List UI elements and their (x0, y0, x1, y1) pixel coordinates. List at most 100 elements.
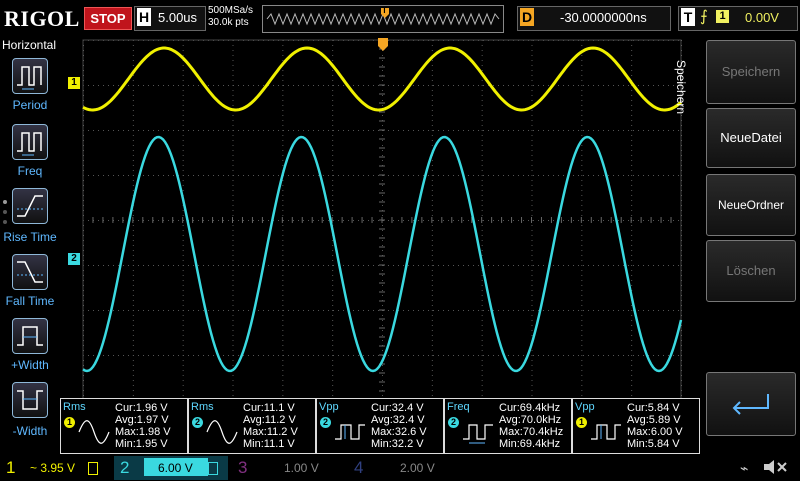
graticule (82, 39, 682, 401)
channel-scale: 2.00 V (400, 461, 435, 475)
channel-number: 2 (120, 458, 130, 477)
freq-label: Freq (17, 164, 43, 178)
channel-1-offset-marker[interactable]: 1 (68, 77, 80, 89)
enter-icon (732, 394, 769, 415)
measurement-max: Max:32.6 V (371, 426, 427, 438)
measurement-avg: Avg:1.97 V (115, 414, 169, 426)
waveform-display[interactable] (61, 36, 701, 456)
sample-rate: 500MSa/s (208, 5, 254, 16)
bandwidth-icon (208, 462, 218, 475)
measurement-channel: 1 (576, 417, 587, 428)
fall-time-button[interactable] (12, 254, 48, 290)
menu-page-dot (3, 210, 7, 214)
rising-edge-icon: ⨍ (700, 8, 708, 25)
brand-logo: RIGOL (4, 6, 80, 31)
channel-scale: 1.00 V (284, 461, 319, 475)
rise-time-icon (17, 195, 43, 217)
measurement-min: Min:32.2 V (371, 438, 424, 450)
measurement-vpp-ch1[interactable]: Vpp 1 Cur:5.84 V Avg:5.89 V Max:6.00 V M… (572, 398, 700, 454)
channel-2-offset-marker[interactable]: 2 (68, 253, 80, 265)
vpp-icon (335, 424, 365, 440)
channel-4-tab[interactable]: 4 2.00 V (348, 456, 460, 480)
right-menu-title: Speichern (674, 60, 688, 115)
channel-number: 1 (6, 458, 16, 477)
enter-button[interactable] (706, 372, 796, 436)
save-button[interactable]: Speichern (706, 40, 796, 104)
measurement-name: Freq (447, 401, 470, 413)
freq-icon (17, 132, 42, 156)
measurement-freq-ch2[interactable]: Freq 2 Cur:69.4kHz Avg:70.0kHz Max:70.4k… (444, 398, 572, 454)
usb-icon: ⌁ (740, 460, 749, 476)
measurement-avg: Avg:11.2 V (243, 414, 296, 426)
neg-width-label: -Width (12, 424, 48, 438)
delay-icon: D (520, 8, 534, 26)
new-file-button[interactable]: NeueDatei (706, 108, 796, 168)
freq-icon (463, 424, 493, 444)
delay-value: -30.0000000ns (560, 10, 647, 25)
left-menu-title: Horizontal (2, 38, 57, 52)
rise-time-label: Rise Time (3, 230, 57, 244)
bandwidth-icon (88, 462, 98, 475)
horizontal-icon: H (137, 8, 151, 26)
measurement-avg: Avg:70.0kHz (499, 414, 562, 426)
waveform-overview: T (262, 5, 504, 33)
freq-button[interactable] (12, 124, 48, 160)
run-stop-button[interactable]: STOP (84, 7, 132, 30)
vpp-icon (591, 424, 621, 440)
pos-width-button[interactable] (12, 318, 48, 354)
neg-width-icon (17, 390, 43, 410)
measurement-cur: Cur:11.1 V (243, 402, 295, 414)
measurement-name: Rms (191, 401, 214, 413)
measurement-cur: Cur:69.4kHz (499, 402, 561, 414)
measurement-name: Vpp (319, 401, 339, 413)
menu-page-dot (3, 220, 7, 224)
channel-number: 3 (238, 458, 248, 477)
measurement-name: Vpp (575, 401, 595, 413)
measurement-name: Rms (63, 401, 86, 413)
measurement-cur: Cur:32.4 V (371, 402, 424, 414)
measurement-avg: Avg:32.4 V (371, 414, 425, 426)
fall-time-label: Fall Time (5, 294, 55, 308)
channel-2-tab[interactable]: 2 6.00 V (114, 456, 228, 480)
channel-scale: 6.00 V (158, 461, 193, 475)
period-label: Period (12, 98, 48, 112)
delete-button[interactable]: Löschen (706, 240, 796, 302)
sine-icon (206, 420, 238, 444)
channel-1-tab[interactable]: 1 ~ 3.95 V (0, 456, 112, 480)
measurement-cur: Cur:5.84 V (627, 402, 680, 414)
measurement-avg: Avg:5.89 V (627, 414, 681, 426)
memory-depth: 30.0k pts (208, 17, 249, 28)
measurement-max: Max:1.98 V (115, 426, 171, 438)
measurement-min: Min:69.4kHz (499, 438, 561, 450)
measurement-min: Min:1.95 V (115, 438, 168, 450)
trigger-icon: T (681, 8, 695, 26)
channel-scale: ~ 3.95 V (30, 461, 76, 475)
channel-3-tab[interactable]: 3 1.00 V (232, 456, 344, 480)
measurement-cur: Cur:1.96 V (115, 402, 168, 414)
measurement-channel: 1 (64, 417, 75, 428)
measurement-channel: 2 (448, 417, 459, 428)
speaker-muted-icon[interactable] (762, 458, 792, 476)
neg-width-button[interactable] (12, 382, 48, 418)
overview-trigger-marker: T (382, 6, 387, 15)
sine-icon (78, 420, 110, 444)
measurement-channel: 2 (320, 417, 331, 428)
trigger-level: 0.00V (745, 10, 779, 25)
fall-time-icon (17, 261, 43, 283)
channel-number: 4 (354, 458, 364, 477)
measurement-max: Max:6.00 V (627, 426, 683, 438)
measurement-rms-ch2[interactable]: Rms 2 Cur:11.1 V Avg:11.2 V Max:11.2 V M… (188, 398, 316, 454)
trigger-source: 1 (716, 10, 729, 23)
period-button[interactable] (12, 58, 48, 94)
menu-page-dot (3, 200, 7, 204)
pos-width-label: +Width (11, 358, 49, 372)
pos-width-icon (17, 326, 43, 346)
new-folder-button[interactable]: NeueOrdner (706, 174, 796, 236)
measurement-vpp-ch2[interactable]: Vpp 2 Cur:32.4 V Avg:32.4 V Max:32.6 V M… (316, 398, 444, 454)
period-icon (17, 66, 42, 90)
measurement-rms-ch1[interactable]: Rms 1 Cur:1.96 V Avg:1.97 V Max:1.98 V M… (60, 398, 188, 454)
trigger-box[interactable] (678, 6, 798, 31)
measurement-min: Min:11.1 V (243, 438, 295, 450)
rise-time-button[interactable] (12, 188, 48, 224)
measurement-channel: 2 (192, 417, 203, 428)
